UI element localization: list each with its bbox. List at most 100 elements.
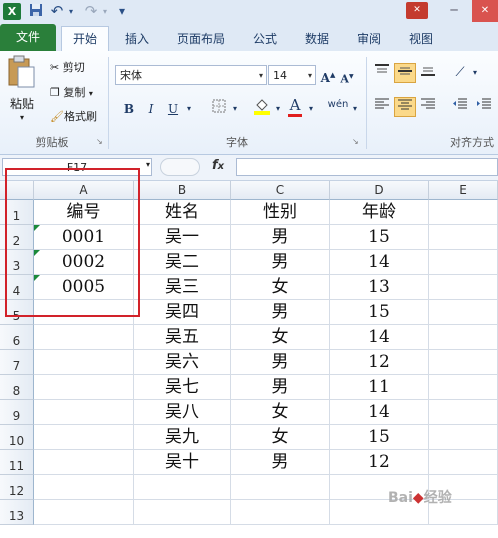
cell-e6[interactable] (429, 325, 498, 350)
font-launcher-icon[interactable]: ↘ (352, 137, 359, 146)
cell-e8[interactable] (429, 375, 498, 400)
cell-e11[interactable] (429, 450, 498, 475)
window-close-small-icon[interactable]: ✕ (406, 2, 428, 19)
grow-font-button[interactable]: A▲ (320, 65, 336, 85)
column-header-c[interactable]: C (231, 181, 330, 200)
row-header-8[interactable]: 8 (0, 375, 34, 400)
orientation-button[interactable]: ⟋ (450, 63, 470, 83)
undo-dropdown-icon[interactable]: ▾ (66, 3, 76, 20)
cell-d9[interactable]: 14 (330, 400, 429, 425)
cell-e4[interactable] (429, 275, 498, 300)
tab-insert[interactable]: 插入 (117, 28, 157, 50)
cell-c5[interactable]: 男 (231, 300, 330, 325)
cell-c13[interactable] (231, 500, 330, 525)
row-header-12[interactable]: 12 (0, 475, 34, 500)
font-size-select[interactable]: 14 ▾ (268, 65, 316, 85)
fill-color-button[interactable] (252, 97, 272, 117)
cell-e7[interactable] (429, 350, 498, 375)
cell-d8[interactable]: 11 (330, 375, 429, 400)
format-painter-button[interactable]: 🖌格式刷 (50, 108, 97, 124)
cell-a8[interactable] (34, 375, 134, 400)
insert-function-icon[interactable]: fx (212, 158, 224, 173)
row-header-6[interactable]: 6 (0, 325, 34, 350)
row-header-9[interactable]: 9 (0, 400, 34, 425)
italic-button[interactable]: I (142, 99, 160, 119)
cell-e2[interactable] (429, 225, 498, 250)
decrease-indent-button[interactable] (450, 97, 470, 117)
cell-d5[interactable]: 15 (330, 300, 429, 325)
redo-dropdown-icon[interactable]: ▾ (100, 3, 110, 20)
cell-b6[interactable]: 吴五 (134, 325, 231, 350)
cell-b9[interactable]: 吴八 (134, 400, 231, 425)
underline-button[interactable]: U (164, 99, 182, 119)
cell-c8[interactable]: 男 (231, 375, 330, 400)
row-header-10[interactable]: 10 (0, 425, 34, 450)
bold-button[interactable]: B (120, 99, 138, 119)
cell-d6[interactable]: 14 (330, 325, 429, 350)
cell-c11[interactable]: 男 (231, 450, 330, 475)
align-middle-button[interactable] (394, 63, 416, 83)
save-icon[interactable] (28, 3, 44, 20)
cell-b2[interactable]: 吴一 (134, 225, 231, 250)
tab-formulas[interactable]: 公式 (245, 28, 285, 50)
phonetic-guide-button[interactable]: wén (326, 95, 350, 115)
paste-label[interactable]: 粘贴 (10, 95, 34, 112)
formula-input[interactable] (236, 158, 498, 176)
window-minimize-icon[interactable]: ─ (440, 2, 468, 19)
name-box-dropdown-icon[interactable]: ▾ (146, 160, 150, 169)
tab-review[interactable]: 审阅 (349, 28, 389, 50)
clipboard-launcher-icon[interactable]: ↘ (96, 137, 103, 146)
copy-dropdown-icon[interactable]: ▾ (89, 89, 93, 98)
paste-dropdown-icon[interactable]: ▾ (20, 113, 24, 122)
align-left-button[interactable] (372, 97, 392, 117)
excel-app-icon[interactable]: X (3, 3, 21, 20)
cell-b4[interactable]: 吴三 (134, 275, 231, 300)
tab-file[interactable]: 文件 (0, 24, 56, 51)
paste-button[interactable] (6, 55, 40, 99)
increase-indent-button[interactable] (474, 97, 494, 117)
cell-e9[interactable] (429, 400, 498, 425)
cell-b11[interactable]: 吴十 (134, 450, 231, 475)
cell-c4[interactable]: 女 (231, 275, 330, 300)
window-close-icon[interactable]: ✕ (472, 0, 498, 22)
column-header-e[interactable]: E (429, 181, 498, 200)
copy-button[interactable]: ❐ 复制 ▾ (50, 84, 93, 100)
cell-d7[interactable]: 12 (330, 350, 429, 375)
cell-e3[interactable] (429, 250, 498, 275)
cell-b3[interactable]: 吴二 (134, 250, 231, 275)
cell-a10[interactable] (34, 425, 134, 450)
cell-c9[interactable]: 女 (231, 400, 330, 425)
cell-d4[interactable]: 13 (330, 275, 429, 300)
cell-c10[interactable]: 女 (231, 425, 330, 450)
cell-d1[interactable]: 年龄 (330, 200, 429, 225)
cell-b13[interactable] (134, 500, 231, 525)
column-header-b[interactable]: B (134, 181, 231, 200)
cell-e5[interactable] (429, 300, 498, 325)
font-color-dropdown-icon[interactable]: ▾ (306, 99, 316, 119)
formula-bar-handle[interactable] (160, 158, 200, 176)
underline-dropdown-icon[interactable]: ▾ (184, 99, 194, 119)
redo-icon[interactable]: ↷ (84, 3, 98, 20)
align-top-button[interactable] (372, 63, 392, 83)
align-right-button[interactable] (418, 97, 438, 117)
font-color-button[interactable]: A (286, 95, 304, 117)
cell-a6[interactable] (34, 325, 134, 350)
cell-e10[interactable] (429, 425, 498, 450)
tab-home[interactable]: 开始 (61, 26, 109, 52)
cell-c3[interactable]: 男 (231, 250, 330, 275)
cell-a13[interactable] (34, 500, 134, 525)
cell-a7[interactable] (34, 350, 134, 375)
cell-c2[interactable]: 男 (231, 225, 330, 250)
align-bottom-button[interactable] (418, 63, 438, 83)
customize-toolbar-icon[interactable]: ▾ (116, 3, 128, 20)
cell-b10[interactable]: 吴九 (134, 425, 231, 450)
row-header-13[interactable]: 13 (0, 500, 34, 525)
fill-color-dropdown-icon[interactable]: ▾ (273, 99, 283, 119)
cell-b5[interactable]: 吴四 (134, 300, 231, 325)
cell-c12[interactable] (231, 475, 330, 500)
cell-a12[interactable] (34, 475, 134, 500)
column-header-d[interactable]: D (330, 181, 429, 200)
tab-data[interactable]: 数据 (297, 28, 337, 50)
cut-button[interactable]: ✂ 剪切 (50, 59, 85, 75)
cell-b1[interactable]: 姓名 (134, 200, 231, 225)
